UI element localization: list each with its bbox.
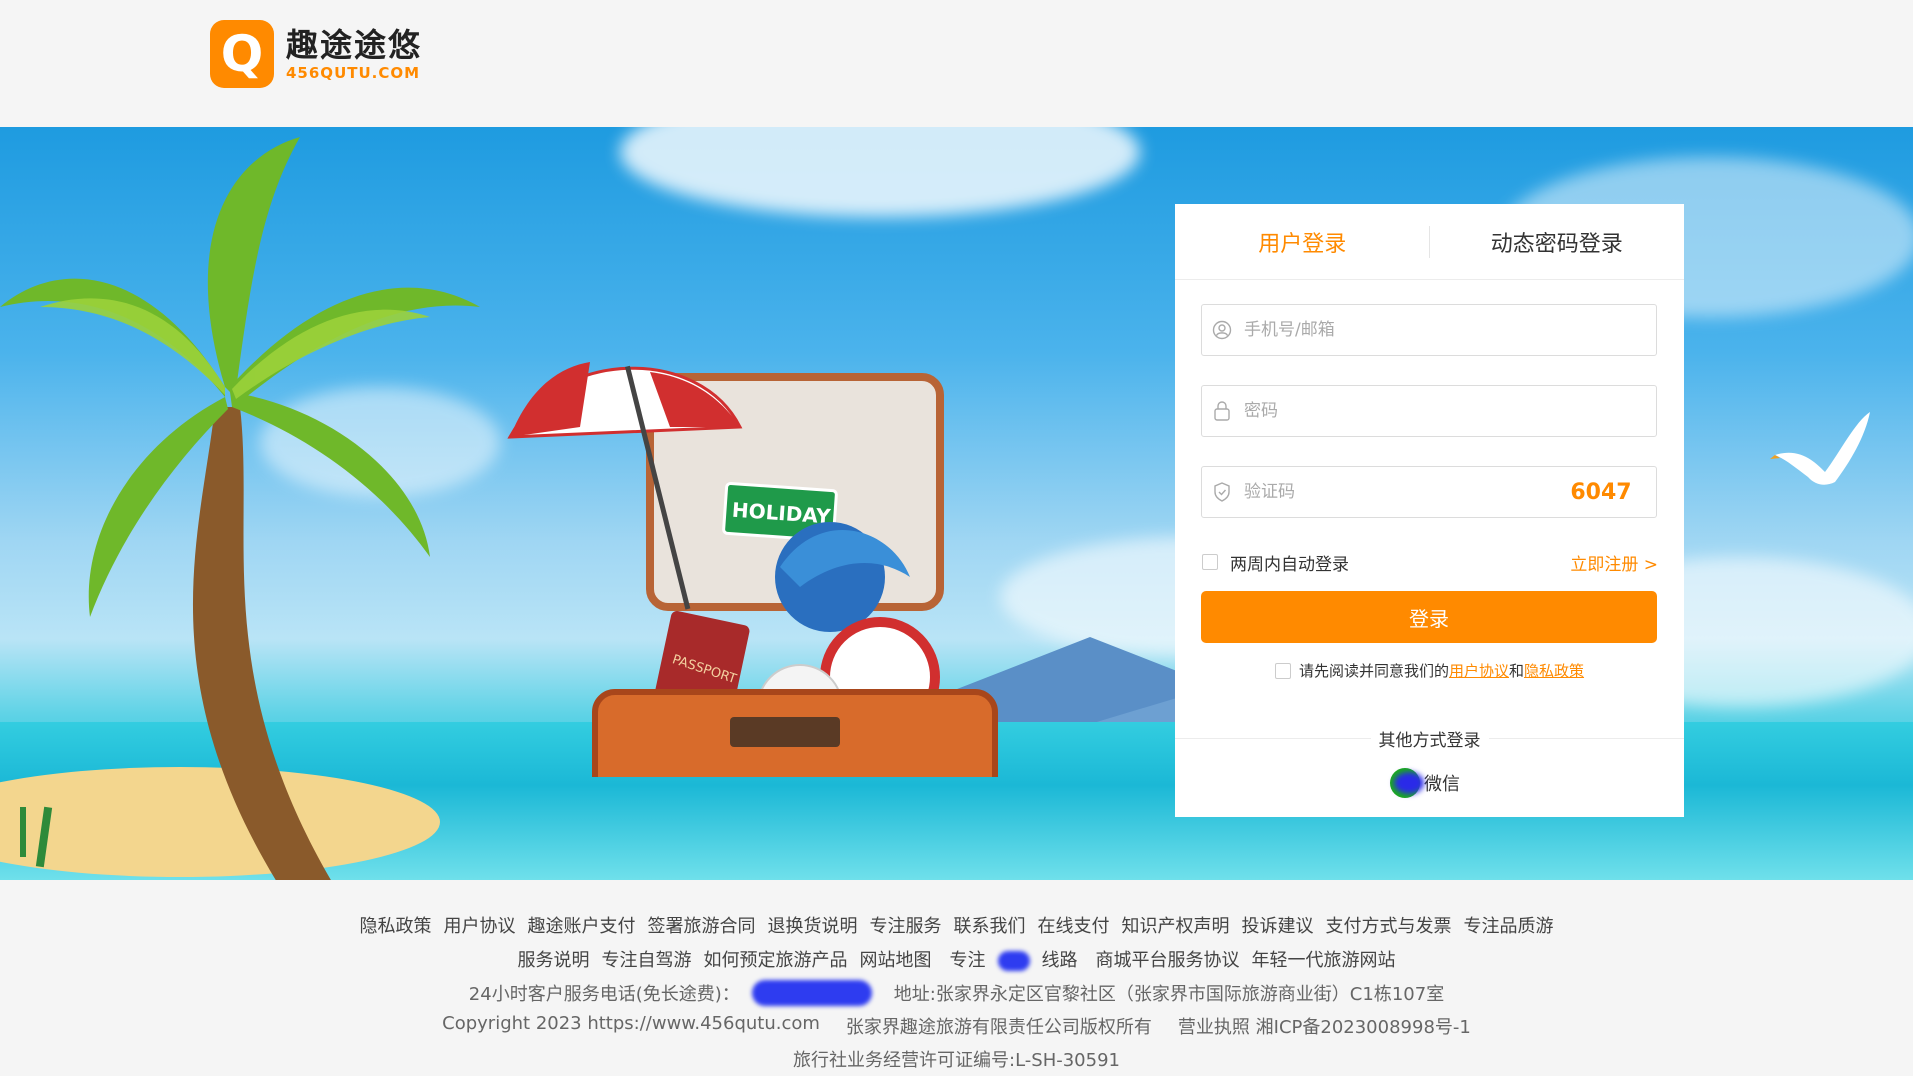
footer-link[interactable]: 如何预定旅游产品 bbox=[704, 946, 848, 972]
footer-links-row-2: 服务说明 专注自驾游 如何预定旅游产品 网站地图 专注 线路 商城平台服务协议 年… bbox=[0, 946, 1913, 972]
footer-link[interactable]: 商城平台服务协议 bbox=[1096, 946, 1240, 972]
seagull-illustration bbox=[1770, 412, 1870, 485]
wechat-label: 微信 bbox=[1424, 774, 1460, 795]
register-link[interactable]: 立即注册 > bbox=[1570, 550, 1658, 575]
footer-link[interactable]: 服务说明 bbox=[518, 946, 590, 972]
address: 地址:张家界永定区官黎社区（张家界市国际旅游商业街）C1栋107室 bbox=[893, 984, 1445, 1005]
header: Q 趣途途悠 456QUTU.COM bbox=[0, 0, 1913, 127]
user-icon bbox=[1202, 320, 1242, 340]
suitcase-illustration: HOLIDAY PASSPORT bbox=[507, 362, 998, 777]
logo-chinese-name: 趣途途悠 bbox=[286, 26, 423, 64]
tab-user-login[interactable]: 用户登录 bbox=[1175, 204, 1430, 279]
footer-link[interactable]: 支付方式与发票 bbox=[1326, 912, 1452, 938]
cloud bbox=[620, 127, 1140, 217]
user-agreement-link[interactable]: 用户协议 bbox=[1449, 660, 1509, 681]
password-field[interactable] bbox=[1201, 385, 1657, 437]
license-number: 旅行社业务经营许可证编号:L-SH-30591 bbox=[793, 1050, 1120, 1071]
remember-label: 两周内自动登录 bbox=[1230, 554, 1349, 575]
tab-dynamic-password-login[interactable]: 动态密码登录 bbox=[1430, 204, 1685, 279]
hotline-redacted bbox=[751, 980, 872, 1006]
footer-copyright-row: Copyright 2023 https://www.456qutu.com 张… bbox=[0, 1013, 1913, 1039]
captcha-code[interactable]: 6047 bbox=[1546, 480, 1656, 505]
footer: 隐私政策 用户协议 趣途账户支付 签署旅游合同 退换货说明 专注服务 联系我们 … bbox=[0, 880, 1913, 1076]
footer-link[interactable]: 网站地图 bbox=[860, 946, 932, 972]
login-tabs: 用户登录 动态密码登录 bbox=[1175, 204, 1684, 280]
palm-tree-illustration bbox=[0, 137, 480, 880]
footer-contact-row: 24小时客户服务电话(免长途费)： 地址:张家界永定区官黎社区（张家界市国际旅游… bbox=[0, 980, 1913, 1006]
footer-license-row: 旅行社业务经营许可证编号:L-SH-30591 bbox=[0, 1046, 1913, 1072]
logo-domain: 456QUTU.COM bbox=[286, 64, 421, 82]
tab-divider bbox=[1429, 226, 1430, 258]
footer-link[interactable]: 年轻一代旅游网站 bbox=[1252, 946, 1396, 972]
footer-link[interactable]: 用户协议 bbox=[444, 912, 516, 938]
footer-link[interactable]: 退换货说明 bbox=[768, 912, 858, 938]
company-name: 张家界趣途旅游有限责任公司版权所有 bbox=[845, 1017, 1152, 1038]
footer-link[interactable]: 隐私政策 bbox=[360, 912, 432, 938]
footer-link[interactable]: 专注服务 bbox=[870, 912, 942, 938]
footer-link[interactable]: 签署旅游合同 bbox=[648, 912, 756, 938]
phone-email-field[interactable] bbox=[1201, 304, 1657, 356]
wechat-icon bbox=[1390, 768, 1420, 798]
agreement-prefix: 请先阅读并同意我们的 bbox=[1298, 662, 1449, 680]
lock-icon bbox=[1202, 400, 1242, 422]
footer-link[interactable]: 趣途账户支付 bbox=[528, 912, 636, 938]
footer-link[interactable]: 投诉建议 bbox=[1242, 912, 1314, 938]
remember-row: 两周内自动登录 立即注册 > bbox=[1202, 550, 1658, 575]
phone-email-input[interactable] bbox=[1242, 319, 1656, 341]
footer-link[interactable]: 联系我们 bbox=[954, 912, 1026, 938]
icp-link[interactable]: 营业执照 湘ICP备2023008998号-1 bbox=[1178, 1013, 1471, 1039]
wechat-login-button[interactable]: 微信 bbox=[1390, 768, 1460, 798]
footer-link[interactable]: 专注品质游 bbox=[1464, 912, 1554, 938]
login-panel: 用户登录 动态密码登录 6047 两周内自动登录 立即注册 > 登录 请先阅读并… bbox=[1175, 204, 1684, 817]
redaction-blob bbox=[997, 951, 1030, 971]
remember-checkbox[interactable] bbox=[1202, 554, 1218, 570]
agreement-row: 请先阅读并同意我们的 用户协议 和 隐私政策 bbox=[1175, 660, 1684, 681]
login-button[interactable]: 登录 bbox=[1201, 591, 1657, 643]
agreement-and: 和 bbox=[1509, 662, 1525, 680]
copyright: Copyright 2023 https://www.456qutu.com bbox=[442, 1013, 820, 1034]
footer-link[interactable]: 知识产权声明 bbox=[1122, 912, 1230, 938]
hotline-label: 24小时客户服务电话(免长途费)： bbox=[468, 984, 740, 1005]
captcha-input[interactable] bbox=[1242, 481, 1546, 503]
site-logo[interactable]: Q 趣途途悠 456QUTU.COM bbox=[210, 20, 422, 88]
footer-link-redacted[interactable]: 专注 线路 bbox=[944, 946, 1084, 972]
captcha-field[interactable]: 6047 bbox=[1201, 466, 1657, 518]
privacy-policy-link[interactable]: 隐私政策 bbox=[1524, 660, 1584, 681]
logo-q-icon: Q bbox=[210, 20, 274, 88]
password-input[interactable] bbox=[1242, 400, 1656, 422]
agreement-checkbox[interactable] bbox=[1274, 662, 1291, 679]
footer-link[interactable]: 专注自驾游 bbox=[602, 946, 692, 972]
footer-link[interactable]: 在线支付 bbox=[1038, 912, 1110, 938]
shield-icon bbox=[1202, 481, 1242, 503]
footer-links-row-1: 隐私政策 用户协议 趣途账户支付 签署旅游合同 退换货说明 专注服务 联系我们 … bbox=[0, 912, 1913, 938]
other-login-title: 其他方式登录 bbox=[1370, 731, 1489, 751]
